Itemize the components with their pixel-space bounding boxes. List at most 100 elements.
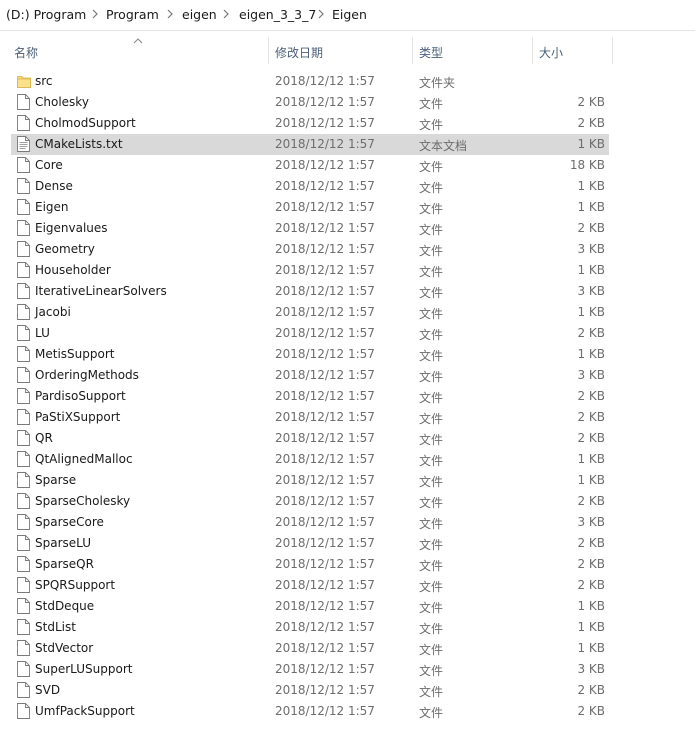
file-icon [17,94,30,110]
file-row[interactable]: StdList 2018/12/12 1:57 文件 1 KB [0,617,695,638]
file-row[interactable]: MetisSupport 2018/12/12 1:57 文件 1 KB [0,344,695,365]
column-divider[interactable] [612,37,613,64]
file-type: 文本文档 [419,139,468,153]
chevron-right-icon[interactable] [91,8,99,20]
column-divider[interactable] [412,37,413,64]
file-icon [17,325,30,341]
breadcrumb-item-current[interactable]: Eigen [332,7,367,22]
file-size: 18 KB [569,158,605,172]
column-divider[interactable] [268,37,269,64]
column-header-size[interactable]: 大小 [539,44,563,61]
file-type: 文件 [419,433,444,447]
column-header-type[interactable]: 类型 [419,44,443,61]
file-size: 1 KB [577,347,605,361]
file-row[interactable]: CholmodSupport 2018/12/12 1:57 文件 2 KB [0,113,695,134]
file-date-modified: 2018/12/12 1:57 [275,284,375,298]
sort-ascending-icon [133,34,143,44]
file-row[interactable]: Eigenvalues 2018/12/12 1:57 文件 2 KB [0,218,695,239]
file-row[interactable]: IterativeLinearSolvers 2018/12/12 1:57 文件 3… [0,281,695,302]
file-type: 文件 [419,349,444,363]
chevron-right-icon[interactable] [317,8,325,20]
file-row[interactable]: SuperLUSupport 2018/12/12 1:57 文件 3 KB [0,659,695,680]
file-type: 文件 [419,706,444,720]
chevron-right-icon[interactable] [222,8,230,20]
file-type: 文件 [419,370,444,384]
file-row[interactable]: SVD 2018/12/12 1:57 文件 2 KB [0,680,695,701]
file-row[interactable]: SparseCore 2018/12/12 1:57 文件 3 KB [0,512,695,533]
file-size: 2 KB [577,431,605,445]
file-row[interactable]: PaStiXSupport 2018/12/12 1:57 文件 2 KB [0,407,695,428]
file-type: 文件 [419,580,444,594]
file-row[interactable]: UmfPackSupport 2018/12/12 1:57 文件 2 KB [0,701,695,722]
file-name: LU [35,326,50,340]
file-date-modified: 2018/12/12 1:57 [275,599,375,613]
file-row[interactable]: Cholesky 2018/12/12 1:57 文件 2 KB [0,92,695,113]
file-date-modified: 2018/12/12 1:57 [275,137,375,151]
file-date-modified: 2018/12/12 1:57 [275,95,375,109]
file-row[interactable]: QtAlignedMalloc 2018/12/12 1:57 文件 1 KB [0,449,695,470]
breadcrumb-item-eigen[interactable]: eigen [182,7,217,22]
file-name: MetisSupport [35,347,115,361]
file-row[interactable]: Eigen 2018/12/12 1:57 文件 1 KB [0,197,695,218]
breadcrumb-item-eigen-3-3-7[interactable]: eigen_3_3_7 [239,7,316,22]
file-date-modified: 2018/12/12 1:57 [275,494,375,508]
chevron-right-icon[interactable] [166,8,174,20]
file-row[interactable]: Householder 2018/12/12 1:57 文件 1 KB [0,260,695,281]
file-row[interactable]: Sparse 2018/12/12 1:57 文件 1 KB [0,470,695,491]
folder-icon [17,73,31,89]
file-row[interactable]: SPQRSupport 2018/12/12 1:57 文件 2 KB [0,575,695,596]
file-icon [17,304,30,320]
file-name: SparseCholesky [35,494,131,508]
file-date-modified: 2018/12/12 1:57 [275,263,375,277]
file-name: UmfPackSupport [35,704,135,718]
file-date-modified: 2018/12/12 1:57 [275,200,375,214]
column-header-date[interactable]: 修改日期 [275,44,323,61]
file-row[interactable]: QR 2018/12/12 1:57 文件 2 KB [0,428,695,449]
file-date-modified: 2018/12/12 1:57 [275,347,375,361]
file-row[interactable]: CMakeLists.txt 2018/12/12 1:57 文本文档 1 KB [0,134,695,155]
file-type: 文件 [419,118,444,132]
file-date-modified: 2018/12/12 1:57 [275,368,375,382]
file-size: 2 KB [577,578,605,592]
file-icon [17,640,30,656]
file-size: 2 KB [577,326,605,340]
file-size: 2 KB [577,704,605,718]
file-row[interactable]: Geometry 2018/12/12 1:57 文件 3 KB [0,239,695,260]
file-icon [17,199,30,215]
file-date-modified: 2018/12/12 1:57 [275,515,375,529]
file-size: 1 KB [577,137,605,151]
text-document-icon [17,136,30,152]
file-type: 文件 [419,643,444,657]
breadcrumb-item-program[interactable]: Program [106,7,159,22]
file-row[interactable]: Core 2018/12/12 1:57 文件 18 KB [0,155,695,176]
file-date-modified: 2018/12/12 1:57 [275,158,375,172]
breadcrumb-item-drive[interactable]: (D:) Program [6,7,86,22]
file-name: QtAlignedMalloc [35,452,133,466]
column-header-name[interactable]: 名称 [14,44,38,61]
column-divider[interactable] [532,37,533,64]
file-name: Householder [35,263,111,277]
file-size: 2 KB [577,494,605,508]
file-row[interactable]: StdDeque 2018/12/12 1:57 文件 1 KB [0,596,695,617]
file-row[interactable]: Jacobi 2018/12/12 1:57 文件 1 KB [0,302,695,323]
file-date-modified: 2018/12/12 1:57 [275,179,375,193]
file-name: Jacobi [35,305,71,319]
file-icon [17,346,30,362]
file-row[interactable]: PardisoSupport 2018/12/12 1:57 文件 2 KB [0,386,695,407]
file-row[interactable]: Dense 2018/12/12 1:57 文件 1 KB [0,176,695,197]
file-size: 1 KB [577,263,605,277]
file-size: 2 KB [577,536,605,550]
file-size: 1 KB [577,305,605,319]
file-row[interactable]: LU 2018/12/12 1:57 文件 2 KB [0,323,695,344]
file-row[interactable]: StdVector 2018/12/12 1:57 文件 1 KB [0,638,695,659]
file-icon [17,556,30,572]
file-row[interactable]: SparseCholesky 2018/12/12 1:57 文件 2 KB [0,491,695,512]
file-row[interactable]: OrderingMethods 2018/12/12 1:57 文件 3 KB [0,365,695,386]
file-date-modified: 2018/12/12 1:57 [275,305,375,319]
file-row[interactable]: SparseQR 2018/12/12 1:57 文件 2 KB [0,554,695,575]
file-row[interactable]: src 2018/12/12 1:57 文件夹 [0,71,695,92]
file-row[interactable]: SparseLU 2018/12/12 1:57 文件 2 KB [0,533,695,554]
file-type: 文件 [419,97,444,111]
file-icon [17,577,30,593]
file-icon [17,472,30,488]
